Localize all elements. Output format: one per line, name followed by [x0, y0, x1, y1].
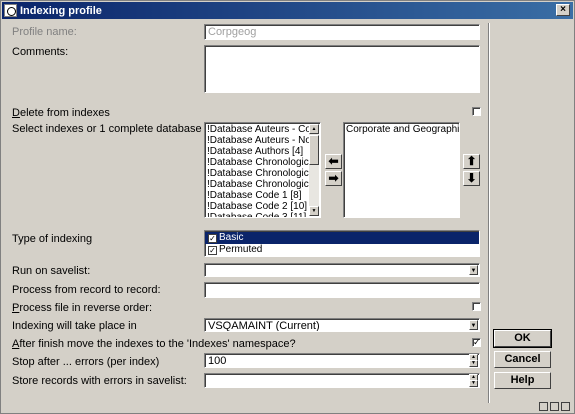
cancel-button[interactable]: Cancel — [494, 351, 551, 368]
store-records-spinner[interactable]: ▲ ▼ — [204, 373, 480, 388]
type-option-label: Basic — [219, 232, 244, 243]
chevron-down-icon[interactable]: ▼ — [469, 320, 478, 330]
run-on-savelist-dropdown[interactable]: ▼ — [204, 263, 480, 277]
selected-indexes-list[interactable]: Corporate and Geographical [C — [343, 122, 460, 218]
indexing-place-label: Indexing will take place in — [12, 320, 137, 332]
comments-textarea[interactable] — [204, 45, 480, 93]
check-icon[interactable]: ✓ — [208, 233, 217, 243]
type-option-basic[interactable]: ✓ Basic — [205, 232, 479, 244]
after-label-rest: fter finish move the indexes to the 'Ind… — [19, 338, 296, 350]
profile-name-label: Profile name: — [12, 26, 77, 38]
ok-button[interactable]: OK — [493, 329, 552, 348]
store-records-label: Store records with errors in savelist: — [12, 375, 187, 387]
indexing-place-value: VSQAMAINT (Current) — [208, 320, 320, 332]
delete-label-rest: elete from indexes — [19, 107, 110, 119]
stop-after-label: Stop after ... errors (per index) — [12, 356, 160, 368]
stop-after-spinner[interactable]: 100 ▲ ▼ — [204, 353, 480, 368]
status-window-icon — [550, 402, 559, 411]
move-left-button[interactable]: ⬅ — [325, 154, 342, 169]
comments-label: Comments: — [12, 46, 69, 58]
delete-from-indexes-label: Delete from indexes — [12, 107, 110, 119]
after-finish-checkbox[interactable]: ✓ — [472, 338, 481, 347]
available-index-item[interactable]: !Database Code 2 [10] — [205, 201, 309, 212]
indexing-profile-window: Indexing profile × Profile name: Corpgeo… — [0, 0, 575, 414]
scroll-thumb[interactable] — [309, 135, 319, 165]
selected-index-item[interactable]: Corporate and Geographical [C — [344, 124, 459, 135]
scroll-down-icon[interactable]: ▼ — [309, 206, 319, 216]
status-bar — [539, 402, 570, 411]
available-index-item[interactable]: !Database Auteurs - Noms — [205, 135, 309, 146]
available-index-item[interactable]: !Database Chronological ter — [205, 179, 309, 190]
check-icon[interactable]: ✓ — [208, 245, 217, 255]
run-on-savelist-label: Run on savelist: — [12, 265, 91, 277]
after-finish-label: After finish move the indexes to the 'In… — [12, 338, 296, 350]
process-from-record-field[interactable] — [204, 282, 480, 298]
delete-accel: D — [12, 107, 20, 119]
window-title: Indexing profile — [20, 4, 102, 17]
move-right-button[interactable]: ➡ — [325, 171, 342, 186]
process-label-rest: rocess file in reverse order: — [19, 302, 153, 314]
process-from-record-label: Process from record to record: — [12, 284, 161, 296]
spin-down-icon[interactable]: ▼ — [469, 360, 478, 367]
process-reverse-label: Process file in reverse order: — [12, 302, 152, 314]
vertical-separator — [488, 23, 490, 403]
available-index-item[interactable]: !Database Code 3 [11] — [205, 212, 309, 217]
available-list-scrollbar[interactable]: ▲ ▼ — [309, 124, 319, 216]
type-of-indexing-list[interactable]: ✓ Basic ✓ Permuted — [204, 230, 480, 257]
app-icon — [4, 4, 17, 17]
scroll-up-icon[interactable]: ▲ — [309, 124, 319, 134]
available-index-item[interactable]: !Database Auteurs - Collect — [205, 124, 309, 135]
chevron-down-icon[interactable]: ▼ — [469, 265, 478, 275]
type-option-permuted[interactable]: ✓ Permuted — [205, 244, 479, 256]
spin-down-icon[interactable]: ▼ — [469, 380, 478, 387]
available-index-item[interactable]: !Database Chronological Su — [205, 157, 309, 168]
title-bar: Indexing profile × — [2, 2, 573, 19]
type-option-label: Permuted — [219, 244, 263, 255]
process-reverse-checkbox[interactable] — [472, 302, 481, 311]
type-of-indexing-label: Type of indexing — [12, 233, 93, 245]
help-button[interactable]: Help — [494, 372, 551, 389]
indexing-place-dropdown[interactable]: VSQAMAINT (Current) ▼ — [204, 318, 480, 332]
stop-after-value: 100 — [208, 355, 227, 367]
move-up-button[interactable]: ⬆ — [463, 154, 480, 169]
close-icon[interactable]: × — [556, 4, 570, 16]
available-index-item[interactable]: !Database Chronological ter — [205, 168, 309, 179]
delete-from-indexes-checkbox[interactable] — [472, 107, 481, 116]
resize-grip-icon[interactable] — [561, 402, 570, 411]
move-down-button[interactable]: ⬇ — [463, 171, 480, 186]
available-index-item[interactable]: !Database Authors [4] — [205, 146, 309, 157]
profile-name-field: Corpgeog — [204, 24, 480, 40]
select-indexes-label: Select indexes or 1 complete database — [12, 123, 202, 135]
available-index-item[interactable]: !Database Code 1 [8] — [205, 190, 309, 201]
status-grid-icon — [539, 402, 548, 411]
available-indexes-list[interactable]: !Database Auteurs - Collect!Database Aut… — [204, 122, 321, 218]
